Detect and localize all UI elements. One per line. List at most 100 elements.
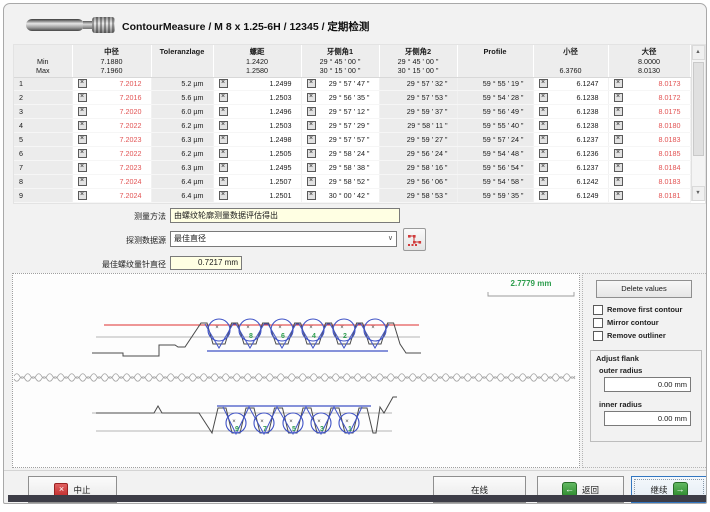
measured-value: 8.0184 <box>659 163 690 172</box>
checkbox-checked[interactable]: × <box>614 135 623 144</box>
checkbox-checked[interactable]: × <box>78 135 87 144</box>
checkbox-checked[interactable]: × <box>219 93 228 102</box>
measured-value: 8.0181 <box>659 191 690 200</box>
checkbox-checked[interactable]: × <box>539 135 548 144</box>
checkbox-checked[interactable]: × <box>219 121 228 130</box>
table-row[interactable]: 1×7.20125.2 µm×1.2499×29 ° 57 ' 47 "29 °… <box>14 77 690 91</box>
measured-value: 1.2495 <box>270 163 301 172</box>
checkbox-checked[interactable]: × <box>614 93 623 102</box>
column-header[interactable]: 小径 6.3760 <box>533 45 608 77</box>
checkbox-checked[interactable]: × <box>614 177 623 186</box>
measurement-table: MinMax 中径7.18807.1960 Toleranzlage 螺距1.2… <box>14 45 691 203</box>
checkbox-checked[interactable]: × <box>307 163 316 172</box>
checkbox-checked[interactable]: × <box>539 93 548 102</box>
profile-points-button[interactable] <box>403 228 426 251</box>
delete-values-button[interactable]: Delete values <box>596 280 692 298</box>
column-header[interactable]: 牙侧角129 ° 45 ' 00 "30 ° 15 ' 00 " <box>301 45 379 77</box>
option-checkbox[interactable]: Mirror contour <box>593 316 682 329</box>
checkbox-checked[interactable]: × <box>219 79 228 88</box>
checkbox-checked[interactable]: × <box>219 149 228 158</box>
checkbox-checked[interactable]: × <box>219 177 228 186</box>
checkbox-checked[interactable]: × <box>307 121 316 130</box>
column-header[interactable]: Profile <box>457 45 533 77</box>
checkbox-checked[interactable]: × <box>307 93 316 102</box>
checkbox-checked[interactable]: × <box>78 149 87 158</box>
measured-value: 29 ° 57 ' 57 " <box>329 135 379 144</box>
checkbox-checked[interactable]: × <box>219 191 228 200</box>
option-checkbox[interactable]: Remove outliner <box>593 329 682 342</box>
checkbox-unchecked-icon[interactable] <box>593 318 603 328</box>
table-row[interactable]: 5×7.20236.3 µm×1.2498×29 ° 57 ' 57 "29 °… <box>14 133 690 147</box>
window-title: ContourMeasure / M 8 x 1.25-6H / 12345 /… <box>122 19 369 34</box>
checkbox-checked[interactable]: × <box>219 135 228 144</box>
checkbox-unchecked-icon[interactable] <box>593 331 603 341</box>
measured-value: 29 ° 56 ' 24 " <box>407 149 457 158</box>
measured-value: 8.0175 <box>659 107 690 116</box>
method-field[interactable]: 由螺纹轮廓测量数据评估得出 <box>170 208 400 223</box>
table-row[interactable]: 6×7.20226.2 µm×1.2505×29 ° 58 ' 24 "29 °… <box>14 147 690 161</box>
measured-value: 6.2 µm <box>181 149 212 158</box>
option-checkbox[interactable]: Remove first contour <box>593 303 682 316</box>
checkbox-checked[interactable]: × <box>219 107 228 116</box>
table-row[interactable]: 3×7.20206.0 µm×1.2496×29 ° 57 ' 12 "29 °… <box>14 105 690 119</box>
measured-value: 59 ° 54 ' 48 " <box>483 149 533 158</box>
checkbox-checked[interactable]: × <box>307 135 316 144</box>
table-row[interactable]: 4×7.20226.2 µm×1.2503×29 ° 57 ' 29 "29 °… <box>14 119 690 133</box>
wire-diameter-field[interactable]: 0.7217 mm <box>170 256 242 270</box>
checkbox-checked[interactable]: × <box>78 163 87 172</box>
wire-number: 5 <box>292 426 296 433</box>
checkbox-checked[interactable]: × <box>614 149 623 158</box>
checkbox-checked[interactable]: × <box>539 107 548 116</box>
checkbox-checked[interactable]: × <box>219 163 228 172</box>
table-row[interactable]: 2×7.20165.6 µm×1.2503×29 ° 56 ' 35 "29 °… <box>14 91 690 105</box>
source-dropdown[interactable]: 最佳直径 ∨ <box>170 231 397 247</box>
checkbox-checked[interactable]: × <box>78 79 87 88</box>
checkbox-checked[interactable]: × <box>78 121 87 130</box>
checkbox-checked[interactable]: × <box>307 107 316 116</box>
measured-value: 29 ° 57 ' 53 " <box>407 93 457 102</box>
table-row[interactable]: 8×7.20246.4 µm×1.2507×29 ° 58 ' 52 "29 °… <box>14 175 690 189</box>
scroll-down-icon[interactable]: ▼ <box>692 186 705 201</box>
scroll-up-icon[interactable]: ▲ <box>692 45 705 60</box>
measured-value: 29 ° 57 ' 29 " <box>329 121 379 130</box>
checkbox-checked[interactable]: × <box>539 149 548 158</box>
column-header[interactable]: Toleranzlage <box>151 45 213 77</box>
checkbox-checked[interactable]: × <box>614 163 623 172</box>
scrollbar-thumb[interactable] <box>693 62 704 156</box>
table-row[interactable]: 9×7.20246.4 µm×1.2501×30 ° 00 ' 42 "29 °… <box>14 189 690 203</box>
column-header[interactable]: 螺距1.24201.2580 <box>213 45 301 77</box>
dialog-window: ContourMeasure / M 8 x 1.25-6H / 12345 /… <box>3 3 707 504</box>
checkbox-checked[interactable]: × <box>78 107 87 116</box>
checkbox-checked[interactable]: × <box>78 191 87 200</box>
table-scrollbar[interactable]: ▲ ▼ <box>691 45 705 201</box>
checkbox-unchecked-icon[interactable] <box>593 305 603 315</box>
checkbox-checked[interactable]: × <box>307 149 316 158</box>
checkbox-checked[interactable]: × <box>539 177 548 186</box>
column-header[interactable]: 中径7.18807.1960 <box>72 45 151 77</box>
table-row[interactable]: 7×7.20236.3 µm×1.2495×29 ° 58 ' 38 "29 °… <box>14 161 690 175</box>
checkbox-checked[interactable]: × <box>614 191 623 200</box>
measured-value: 1.2496 <box>270 107 301 116</box>
checkbox-checked[interactable]: × <box>539 79 548 88</box>
profile-points-icon <box>407 232 422 247</box>
checkbox-checked[interactable]: × <box>539 163 548 172</box>
checkbox-checked[interactable]: × <box>307 191 316 200</box>
measured-value: 6.3 µm <box>181 163 212 172</box>
wire-circle <box>208 319 230 341</box>
measured-value: 1.2499 <box>270 79 301 88</box>
checkbox-checked[interactable]: × <box>78 93 87 102</box>
checkbox-checked[interactable]: × <box>539 191 548 200</box>
checkbox-checked[interactable]: × <box>78 177 87 186</box>
measured-value: 1.2498 <box>270 135 301 144</box>
checkbox-checked[interactable]: × <box>539 121 548 130</box>
column-header[interactable]: 牙侧角229 ° 45 ' 00 "30 ° 15 ' 00 " <box>379 45 457 77</box>
column-header[interactable]: 大径8.00008.0130 <box>608 45 690 77</box>
checkbox-checked[interactable]: × <box>614 107 623 116</box>
checkbox-checked[interactable]: × <box>307 79 316 88</box>
wire-circle <box>364 319 386 341</box>
inner-radius-input[interactable]: 0.00 mm <box>604 411 691 426</box>
checkbox-checked[interactable]: × <box>614 121 623 130</box>
checkbox-checked[interactable]: × <box>307 177 316 186</box>
outer-radius-input[interactable]: 0.00 mm <box>604 377 691 392</box>
checkbox-checked[interactable]: × <box>614 79 623 88</box>
